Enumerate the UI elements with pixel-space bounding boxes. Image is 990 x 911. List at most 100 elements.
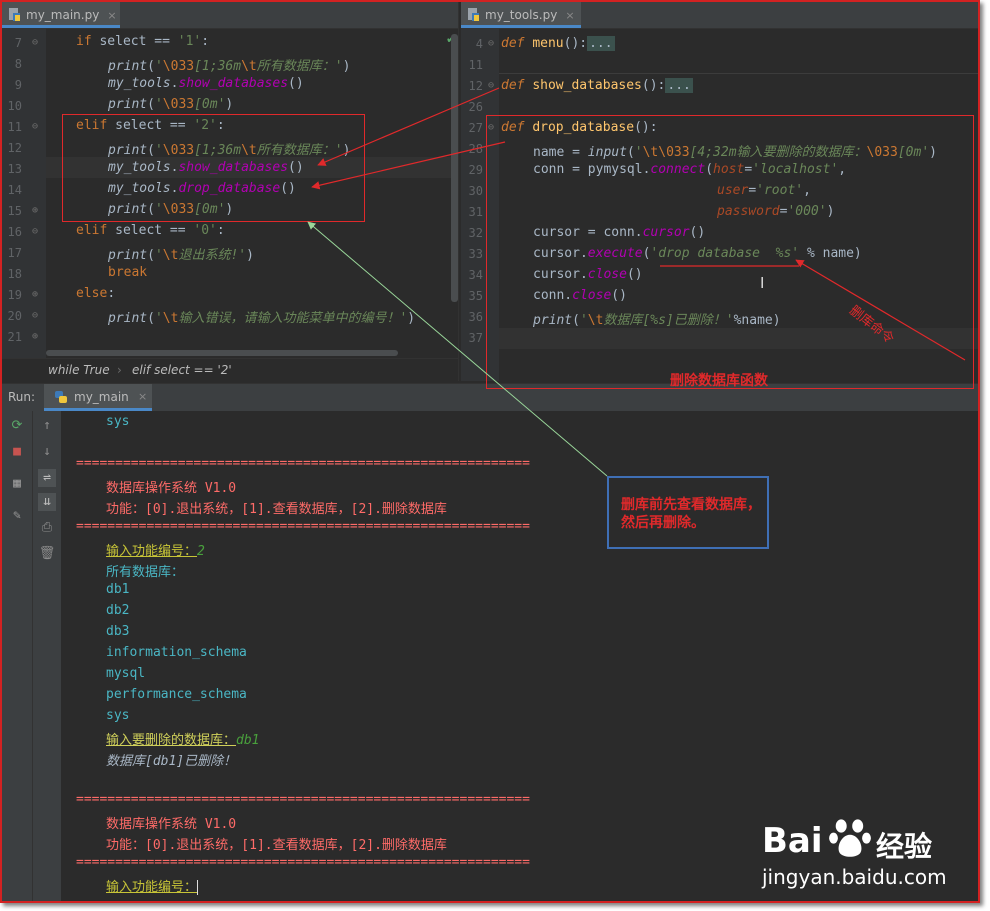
close-tab-icon[interactable]: × (107, 9, 116, 22)
right-tab-bar: my_tools.py × (461, 2, 978, 29)
line-number: 36 (468, 310, 483, 324)
fold-marker-icon[interactable]: ⊕ (32, 331, 38, 342)
console-title: 数据库操作系统 V1.0 (106, 481, 237, 496)
rerun-icon[interactable]: ⟳ (8, 417, 26, 435)
console-line: sys (106, 414, 130, 429)
console-menu: 功能：[0].退出系统，[1].查看数据库，[2].删除数据库 (106, 838, 447, 853)
line-number: 27 (468, 121, 483, 135)
breadcrumb-separator: › (117, 363, 122, 377)
code-separator-line (499, 73, 978, 74)
console-separator: ========================================… (76, 792, 530, 807)
layout-icon[interactable]: ▦ (8, 475, 26, 493)
line-number: 29 (468, 163, 483, 177)
close-run-tab-icon[interactable]: × (138, 390, 147, 403)
line-number: 28 (468, 142, 483, 156)
line-number: 37 (468, 331, 483, 345)
line-number: 33 (468, 247, 483, 261)
line-number: 16 (7, 225, 22, 239)
code-line-7: if select == '1': (76, 34, 210, 49)
fold-marker-icon[interactable]: ⊖ (32, 310, 38, 321)
fold-marker-icon[interactable]: ⊖ (32, 121, 38, 132)
fold-marker-icon[interactable]: ⊖ (488, 38, 494, 49)
fold-marker-icon[interactable]: ⊕ (32, 205, 38, 216)
line-number: 4 (475, 37, 483, 51)
console-delete-prompt: 输入要删除的数据库： (106, 733, 237, 748)
console-db-item: performance_schema (106, 687, 247, 702)
left-tab-bar: my_main.py × (2, 2, 458, 29)
code-line-9: my_tools.show_databases() (108, 76, 304, 91)
console-separator: ========================================… (76, 456, 530, 471)
tab-my-tools[interactable]: my_tools.py × (461, 2, 581, 28)
line-number: 15 (7, 204, 22, 218)
line-number: 9 (14, 78, 22, 92)
line-number: 18 (7, 267, 22, 281)
scroll-to-end-icon[interactable]: ⇊ (38, 493, 56, 511)
vertical-scrollbar[interactable] (451, 34, 458, 302)
left-highlight-box (62, 114, 365, 222)
breadcrumb-item-elif[interactable]: elif select == '2' (132, 363, 232, 377)
console-delete-line: 输入要删除的数据库：db1 (106, 729, 260, 748)
console-input-line: 输入功能编号：2 (106, 540, 205, 559)
code-line-17: print('\t退出系统!') (108, 248, 254, 263)
tab-label: my_tools.py (485, 8, 558, 22)
print-icon[interactable]: ⎙ (38, 519, 56, 537)
line-number: 31 (468, 205, 483, 219)
console-title: 数据库操作系统 V1.0 (106, 817, 237, 832)
console-db-item: db3 (106, 624, 130, 639)
console-db-item: db2 (106, 603, 130, 618)
console-db-item: sys (106, 708, 130, 723)
code-line-20: print('\t输入错误，请输入功能菜单中的编号！') (108, 311, 416, 326)
console-prompt: 输入功能编号： (106, 880, 198, 895)
run-console-pane: ⟳ ■ ▦ ✎ ↑ ↓ ⇌ ⇊ ⎙ 🗑 sys ================… (2, 411, 978, 901)
code-line-18: break (108, 265, 148, 280)
horizontal-scrollbar[interactable] (46, 350, 398, 356)
line-number: 14 (7, 183, 22, 197)
console-db-item: db1 (106, 582, 130, 597)
line-number: 12 (7, 141, 22, 155)
watermark-brand-right: 经验 (876, 830, 933, 863)
right-highlight-box (486, 115, 974, 389)
clear-all-icon[interactable]: 🗑 (38, 545, 56, 563)
run-tab[interactable]: my_main × (44, 384, 152, 411)
console-menu: 功能：[0].退出系统，[1].查看数据库，[2].删除数据库 (106, 502, 447, 517)
tab-label: my_main.py (26, 8, 100, 22)
console-deleted-msg: 数据库[db1]已删除！ (106, 754, 237, 769)
line-number: 35 (468, 289, 483, 303)
line-number: 11 (468, 58, 483, 72)
line-number: 30 (468, 184, 483, 198)
note-box: 删库前先查看数据库，然后再删除。 (607, 476, 769, 549)
fold-marker-icon[interactable]: ⊖ (32, 37, 38, 48)
code-def-menu: def menu():... (501, 36, 615, 51)
pin-icon[interactable]: ✎ (8, 507, 26, 525)
code-def-show: def show_databases():... (501, 78, 693, 93)
breadcrumb-item-while[interactable]: while True (48, 363, 110, 377)
python-file-icon (9, 8, 20, 21)
fold-marker-icon[interactable]: ⊖ (32, 226, 38, 237)
fold-marker-icon[interactable]: ⊕ (32, 289, 38, 300)
watermark-url: jingyan.baidu.com (762, 865, 947, 889)
note-text: 删库前先查看数据库，然后再删除。 (621, 497, 761, 531)
scroll-down-icon[interactable]: ↓ (38, 443, 56, 461)
close-tab-icon[interactable]: × (565, 9, 574, 22)
soft-wrap-icon[interactable]: ⇌ (38, 469, 56, 487)
watermark-brand-left: Bai (762, 821, 823, 861)
console-separator: ========================================… (76, 855, 530, 870)
line-number: 21 (7, 330, 22, 344)
line-number: 8 (14, 57, 22, 71)
fold-marker-icon[interactable]: ⊖ (488, 80, 494, 91)
breadcrumb: while True › elif select == '2' (2, 358, 458, 381)
python-run-icon (55, 391, 67, 403)
stop-icon[interactable]: ■ (8, 443, 26, 461)
code-line-19: else: (76, 286, 116, 301)
ide-window: my_main.py× ✔ 7⊖891011⊖12131415⊕16⊖17181… (0, 0, 980, 903)
scroll-up-icon[interactable]: ↑ (38, 417, 56, 435)
line-number: 34 (468, 268, 483, 282)
tab-my-main[interactable]: my_main.py × (2, 2, 120, 28)
console-all-db-label: 所有数据库： (106, 565, 185, 580)
baidu-paw-icon (829, 819, 871, 857)
line-number: 10 (7, 99, 22, 113)
func-label: 删除数据库函数 (670, 373, 768, 389)
line-number: 26 (468, 100, 483, 114)
console-last-input[interactable]: 输入功能编号： (106, 876, 199, 895)
run-tab-label: my_main (74, 390, 129, 404)
